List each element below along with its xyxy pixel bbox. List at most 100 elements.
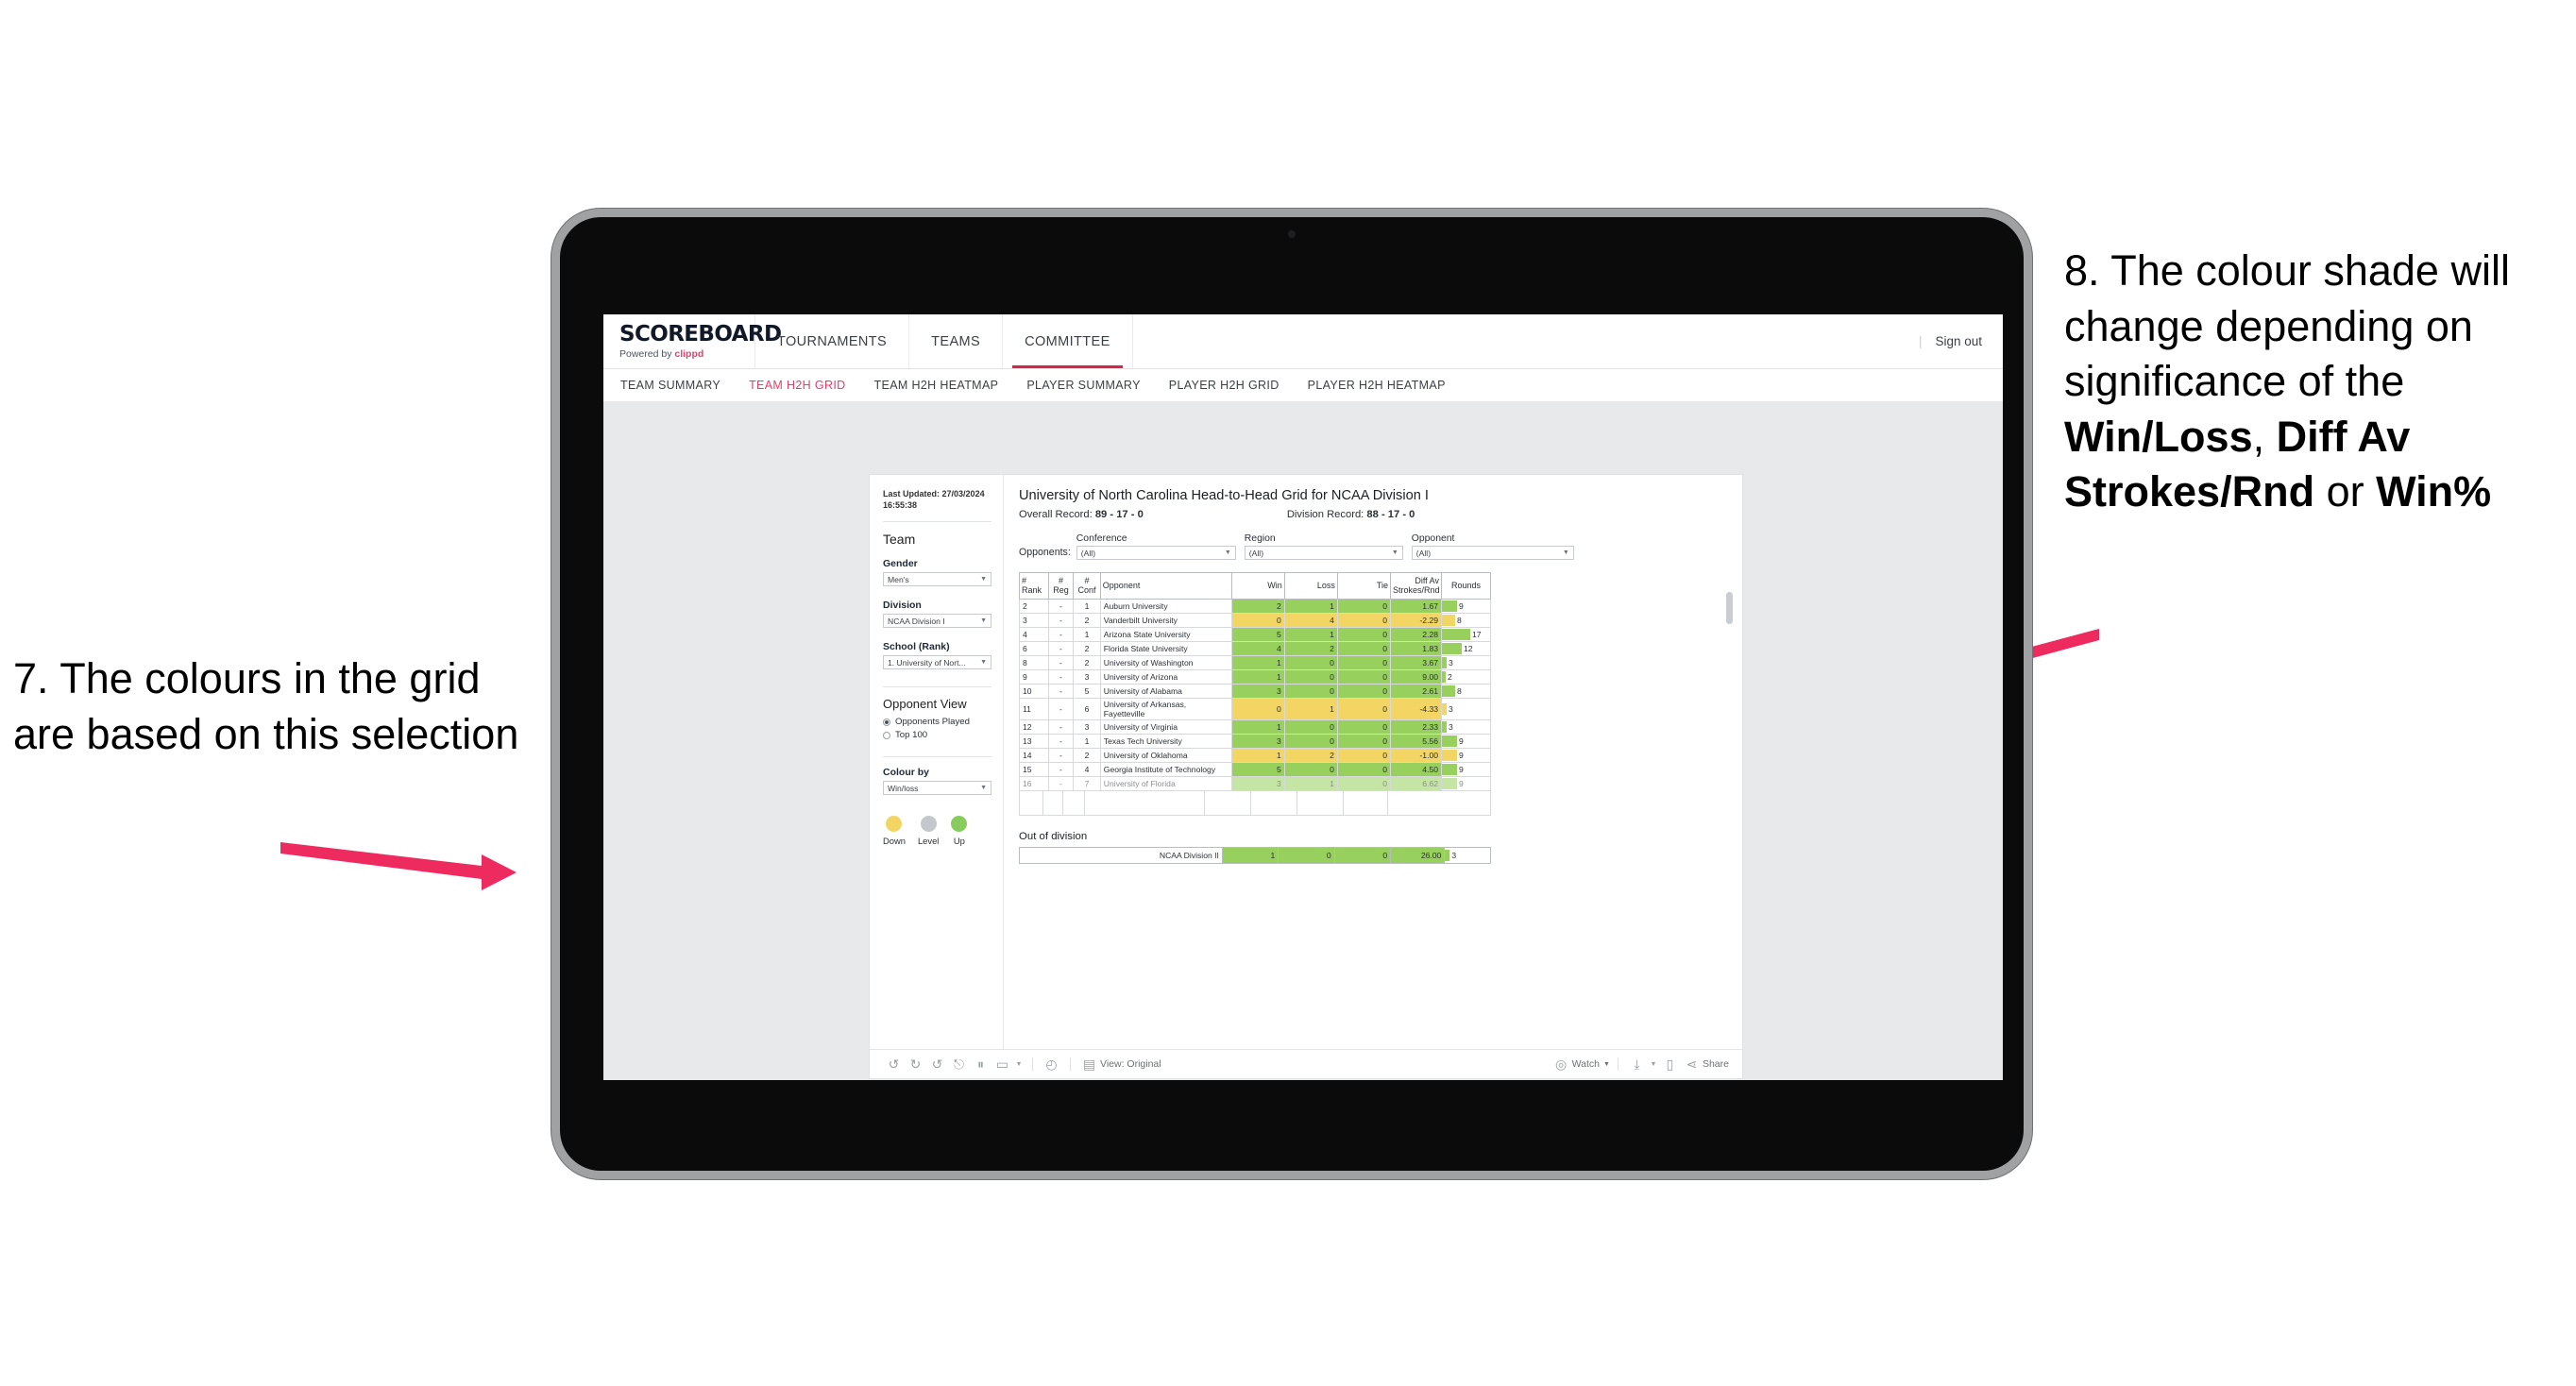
annotation-right-mid2: or (2314, 467, 2377, 516)
cell-conf: 4 (1073, 762, 1101, 778)
view-original-button[interactable]: View: Original (1100, 1058, 1161, 1070)
col-reg[interactable]: # Reg (1047, 572, 1075, 600)
out-of-division-row[interactable]: NCAA Division II 1 0 0 26.00 3 (1019, 847, 1491, 865)
cell-rank: 4 (1019, 627, 1049, 642)
watch-button[interactable]: Watch ▼ (1572, 1058, 1610, 1070)
cell-win: 2 (1230, 599, 1285, 614)
cell-ood-rounds: 3 (1444, 847, 1491, 865)
watch-icon[interactable]: ◎ (1551, 1054, 1572, 1075)
table-row[interactable]: 6-2 Florida State University 4 2 0 1.83 12 (1019, 641, 1491, 656)
subnav-item-player-summary[interactable]: PLAYER SUMMARY (1026, 379, 1140, 392)
region-filter: Region (All) ▼ (1244, 533, 1403, 560)
region-select[interactable]: (All) ▼ (1244, 546, 1403, 560)
share-icon[interactable]: ⋖ (1681, 1054, 1703, 1075)
conference-filter: Conference (All) ▼ (1076, 533, 1236, 560)
col-rounds[interactable]: Rounds (1441, 572, 1491, 600)
table-row[interactable]: 13-1 Texas Tech University 3 0 0 5.56 9 (1019, 734, 1491, 750)
conference-select[interactable]: (All) ▼ (1076, 546, 1236, 560)
table-row[interactable]: 9-3 University of Arizona 1 0 0 9.00 2 (1019, 669, 1491, 685)
table-row[interactable]: 11-6 University of Arkansas, Fayetteville… (1019, 698, 1491, 721)
cell-opponent: University of Oklahoma (1099, 748, 1232, 764)
table-row[interactable]: 16-7 University of Florida 3 1 0 6.62 9 (1019, 776, 1491, 792)
rounds-cell: 9 (1442, 735, 1490, 748)
cell-rank: 11 (1019, 698, 1049, 721)
col-conf[interactable]: # Conf (1073, 572, 1101, 600)
topnav-item-teams[interactable]: TEAMS (909, 314, 1004, 368)
col-loss[interactable]: Loss (1283, 572, 1338, 600)
colour-by-select[interactable]: Win/loss ▼ (883, 781, 991, 796)
table-row[interactable]: 15-4 Georgia Institute of Technology 5 0 0 4.… (1019, 762, 1491, 778)
rectangle-select-icon[interactable]: ▭ (991, 1054, 1013, 1075)
table-empty-strip (1019, 791, 1491, 817)
chevron-down-icon: ▼ (980, 576, 987, 583)
radio-label: Opponents Played (895, 717, 970, 728)
chevron-down-icon: ▼ (1391, 549, 1398, 556)
cell-diff: 5.56 (1389, 734, 1443, 750)
rounds-cell: 12 (1442, 642, 1490, 654)
chevron-down-icon[interactable]: ▼ (1648, 1054, 1659, 1075)
cell-reg: - (1047, 613, 1075, 628)
col-diff-av-strokes[interactable]: Diff Av Strokes/Rnd (1389, 572, 1443, 600)
table-scrollbar[interactable] (1726, 592, 1733, 624)
col-rank-l2: Rank (1022, 585, 1042, 596)
gender-select[interactable]: Men's ▼ (883, 572, 991, 587)
col-opponent[interactable]: Opponent (1099, 572, 1232, 600)
last-updated: Last Updated: 27/03/2024 16:55:38 (883, 488, 991, 511)
revert-icon[interactable]: ↺ (926, 1054, 948, 1075)
cell-rounds: 9 (1441, 599, 1491, 614)
subnav-item-team-h2h-grid[interactable]: TEAM H2H GRID (749, 379, 845, 392)
cell-loss: 2 (1283, 748, 1338, 764)
table-row[interactable]: 2-1 Auburn University 2 1 0 1.67 9 (1019, 599, 1491, 614)
topnav-item-tournaments[interactable]: TOURNAMENTS (755, 314, 910, 368)
cell-loss: 0 (1283, 684, 1338, 699)
radio-opponents-played[interactable]: Opponents Played (883, 717, 991, 727)
cell-reg: - (1047, 684, 1075, 699)
redo-icon[interactable]: ↻ (905, 1054, 926, 1075)
rounds-cell: 8 (1442, 685, 1490, 697)
sign-out-link[interactable]: Sign out (1935, 334, 1982, 348)
colour-by-value: Win/loss (888, 783, 919, 793)
radio-top-100[interactable]: Top 100 (883, 730, 991, 740)
topnav-label: TEAMS (931, 333, 981, 349)
undo-icon[interactable]: ↺ (883, 1054, 905, 1075)
topnav-item-committee[interactable]: COMMITTEE (1003, 314, 1133, 368)
region-value: (All) (1248, 548, 1264, 558)
share-button[interactable]: Share (1703, 1058, 1729, 1070)
cell-opponent: University of Florida (1099, 776, 1232, 792)
division-select[interactable]: NCAA Division I ▼ (883, 614, 991, 629)
cell-conf: 1 (1073, 599, 1101, 614)
chevron-down-icon[interactable]: ▼ (1013, 1054, 1025, 1075)
opponent-select[interactable]: (All) ▼ (1411, 546, 1574, 560)
table-row[interactable]: 4-1 Arizona State University 5 1 0 2.28 17 (1019, 627, 1491, 642)
cell-reg: - (1047, 627, 1075, 642)
school-rank-select[interactable]: 1. University of Nort... ▼ (883, 655, 991, 670)
brand-logo[interactable]: SCOREBOARD Powered by clippd (603, 314, 782, 368)
table-row[interactable]: 10-5 University of Alabama 3 0 0 2.61 8 (1019, 684, 1491, 699)
table-row[interactable]: 8-2 University of Washington 1 0 0 3.67 3 (1019, 655, 1491, 670)
download-icon[interactable]: ⤓ (1626, 1054, 1648, 1075)
rounds-bar (1442, 750, 1458, 762)
cell-tie: 0 (1336, 627, 1392, 642)
cell-opponent: Florida State University (1099, 641, 1232, 656)
view-icon[interactable]: ▤ (1078, 1054, 1100, 1075)
device-layout-icon[interactable]: ▯ (1659, 1054, 1681, 1075)
subnav-item-player-h2h-grid[interactable]: PLAYER H2H GRID (1169, 379, 1280, 392)
col-win[interactable]: Win (1230, 572, 1285, 600)
cell-rank: 14 (1019, 748, 1049, 764)
table-row[interactable]: 12-3 University of Virginia 1 0 0 2.33 3 (1019, 719, 1491, 735)
table-row[interactable]: 3-2 Vanderbilt University 0 4 0 -2.29 8 (1019, 613, 1491, 628)
top-navigation: TOURNAMENTS TEAMS COMMITTEE (755, 314, 1133, 368)
col-tie[interactable]: Tie (1336, 572, 1392, 600)
col-rank[interactable]: # Rank (1019, 572, 1049, 600)
out-of-division-heading: Out of division (1019, 831, 1088, 843)
cell-opponent: University of Arkansas, Fayetteville (1099, 698, 1232, 721)
alerts-icon[interactable]: ◴ (1041, 1054, 1062, 1075)
refresh-icon[interactable]: ⎋ (948, 1054, 970, 1075)
subnav-item-team-summary[interactable]: TEAM SUMMARY (620, 379, 720, 392)
pause-icon[interactable]: ⏸ (970, 1054, 991, 1075)
subnav-item-player-h2h-heatmap[interactable]: PLAYER H2H HEATMAP (1308, 379, 1446, 392)
header-separator: | (1918, 334, 1923, 348)
table-row[interactable]: 14-2 University of Oklahoma 1 2 0 -1.00 9 (1019, 748, 1491, 764)
cell-ood-tie: 0 (1333, 847, 1392, 865)
subnav-item-team-h2h-heatmap[interactable]: TEAM H2H HEATMAP (874, 379, 999, 392)
